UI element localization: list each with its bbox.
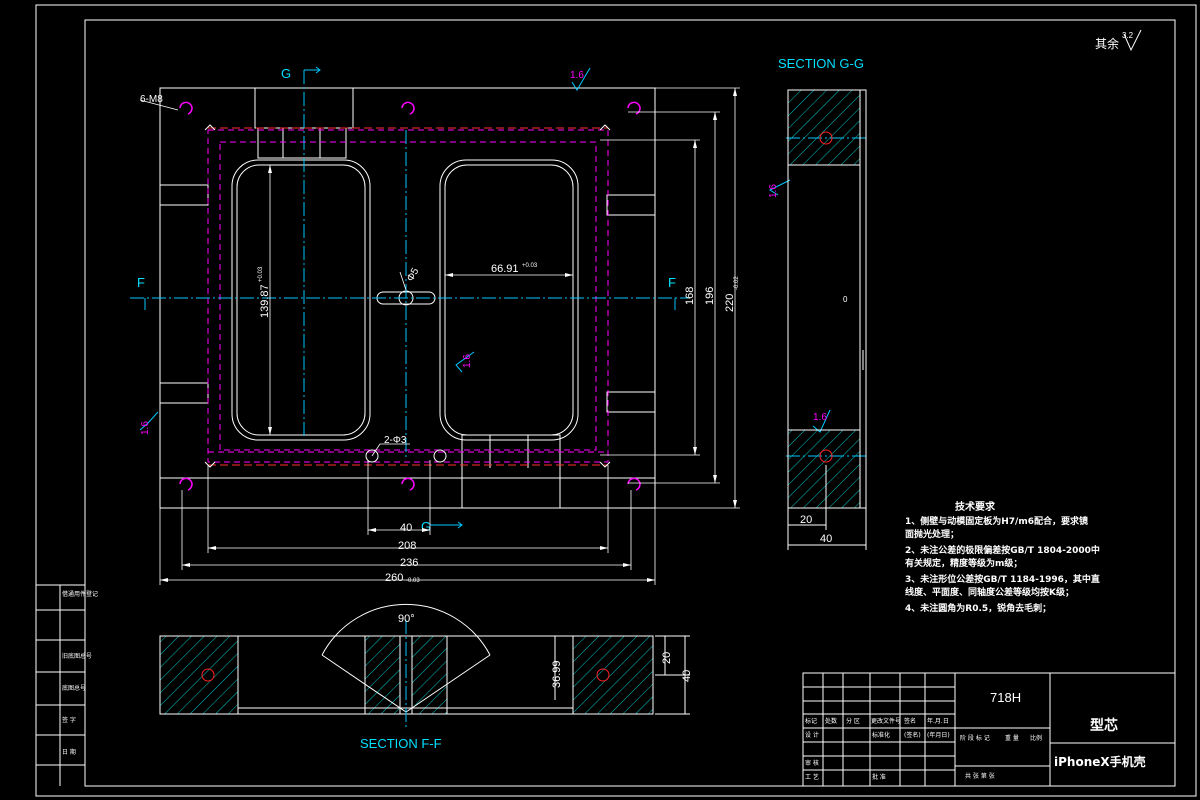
dim-cavity-height: 139.87	[259, 284, 271, 318]
dim-cavity-width-tol: +0.03	[522, 263, 538, 269]
section-ff-view: 90° 36.99 20 40	[159, 603, 693, 730]
corner-roughness-value: 3.2	[1122, 31, 1134, 40]
roughness-center: 1.6	[462, 354, 473, 368]
note-line: 3、未注形位公差按GB/T 1184-1996，其中直	[905, 573, 1100, 585]
product-name: iPhoneX手机壳	[1054, 754, 1146, 769]
tb-stage: 阶 段 标 记	[960, 734, 990, 742]
tb-approve: 批 准	[872, 773, 886, 781]
gg-dim-40: 40	[820, 533, 832, 545]
gg-zero: 0	[843, 295, 848, 304]
strip-label: 签 字	[62, 716, 76, 724]
tb-sheets: 共 张 第 张	[965, 772, 995, 780]
part-name: 型芯	[1090, 717, 1118, 734]
tb-header: 处数	[825, 717, 837, 725]
tb-row: 审 核	[805, 759, 819, 767]
ff-depth: 36.99	[551, 660, 563, 688]
note-line: 1、侧壁与动模固定板为H7/m6配合，要求镜	[905, 515, 1088, 527]
note-line: 线度、平面度、同轴度公差等级均按K级；	[905, 586, 1074, 598]
ff-dim-40: 40	[681, 670, 693, 682]
dim-168: 168	[684, 287, 696, 305]
dim-220-tol: -0.02	[734, 276, 740, 290]
note-line: 2、未注公差的极限偏差按GB/T 1804-2000中	[905, 544, 1100, 556]
section-f-left: F	[137, 275, 145, 290]
callout-2phi3: 2-Φ3	[384, 435, 407, 446]
gg-dim-20: 20	[800, 514, 812, 526]
tb-date: (年月日)	[927, 731, 950, 739]
dim-cavity-width: 66.91	[491, 263, 519, 275]
callout-6m8: 6-M8	[140, 94, 163, 105]
dim-236: 236	[400, 557, 418, 569]
title-block-text: 718H 型芯 iPhoneX手机壳 标记 处数 分 区 更改文件号 签名 年.…	[805, 690, 1146, 781]
dim-40: 40	[400, 522, 412, 534]
roughness-left: 1.6	[140, 421, 151, 435]
cavity-right	[439, 159, 579, 441]
ff-angle-90: 90°	[398, 613, 415, 625]
tb-std: 标准化	[872, 731, 890, 739]
dim-260: 260	[385, 572, 403, 584]
strip-label: 日 期	[62, 748, 76, 756]
tb-header: 分 区	[846, 717, 860, 725]
roughness-values: 1.6 1.6 1.6 1.6 1.6	[140, 70, 827, 435]
dim-220: 220	[724, 294, 736, 312]
corner-roughness-label: 其余	[1095, 36, 1119, 51]
roughness-top: 1.6	[570, 70, 584, 81]
dim-208: 208	[398, 540, 416, 552]
technical-notes: 技术要求 1、侧壁与动模固定板为H7/m6配合，要求镜 面抛光处理； 2、未注公…	[905, 500, 1100, 614]
tb-header: 更改文件号	[871, 717, 901, 725]
note-line: 4、未注圆角为R0.5，锐角去毛刺；	[905, 602, 1051, 614]
callout-phi5: Φ5	[405, 266, 422, 284]
dim-260-tol: -0.03	[406, 578, 420, 584]
roughness-gg-mid: 1.6	[813, 412, 827, 423]
cavity-left	[231, 159, 371, 441]
strip-label: 底图总号	[62, 684, 86, 692]
title-block	[802, 672, 1176, 787]
material: 718H	[990, 690, 1021, 705]
tb-header: 年.月.日	[927, 717, 949, 725]
section-gg-label: SECTION G-G	[778, 56, 864, 71]
tb-header: 标记	[805, 717, 817, 725]
section-ff-label: SECTION F-F	[360, 736, 442, 751]
cad-drawing: 借通用件登记 旧底图总号 底图总号 签 字 日 期 其余 3.2 G G F F…	[35, 4, 1197, 797]
notes-title: 技术要求	[955, 500, 996, 513]
tb-scale: 比例	[1030, 734, 1042, 742]
roughness-gg-left: 1.6	[768, 184, 779, 198]
tb-row: 设 计	[805, 731, 819, 739]
tb-row: 工 艺	[805, 773, 819, 781]
ff-dim-20: 20	[661, 652, 673, 664]
roughness-symbols	[139, 67, 831, 433]
left-strip-labels: 借通用件登记 旧底图总号 底图总号 签 字 日 期	[62, 590, 98, 756]
corner-roughness: 其余 3.2	[1095, 29, 1142, 52]
note-line: 有关规定，精度等级为m级；	[905, 557, 1022, 569]
strip-label: 旧底图总号	[62, 652, 92, 660]
section-f-right: F	[668, 275, 676, 290]
note-line: 面抛光处理；	[905, 528, 959, 540]
dim-196: 196	[704, 287, 716, 305]
dim-cavity-height-tol: +0.03	[258, 266, 264, 282]
section-gg-view: 20 40 0	[787, 89, 867, 550]
tb-sign: (签名)	[904, 731, 921, 739]
tb-weight: 重 量	[1005, 734, 1019, 742]
strip-label: 借通用件登记	[62, 590, 98, 598]
tb-header: 签名	[904, 717, 916, 725]
section-g-top: G	[281, 66, 291, 81]
